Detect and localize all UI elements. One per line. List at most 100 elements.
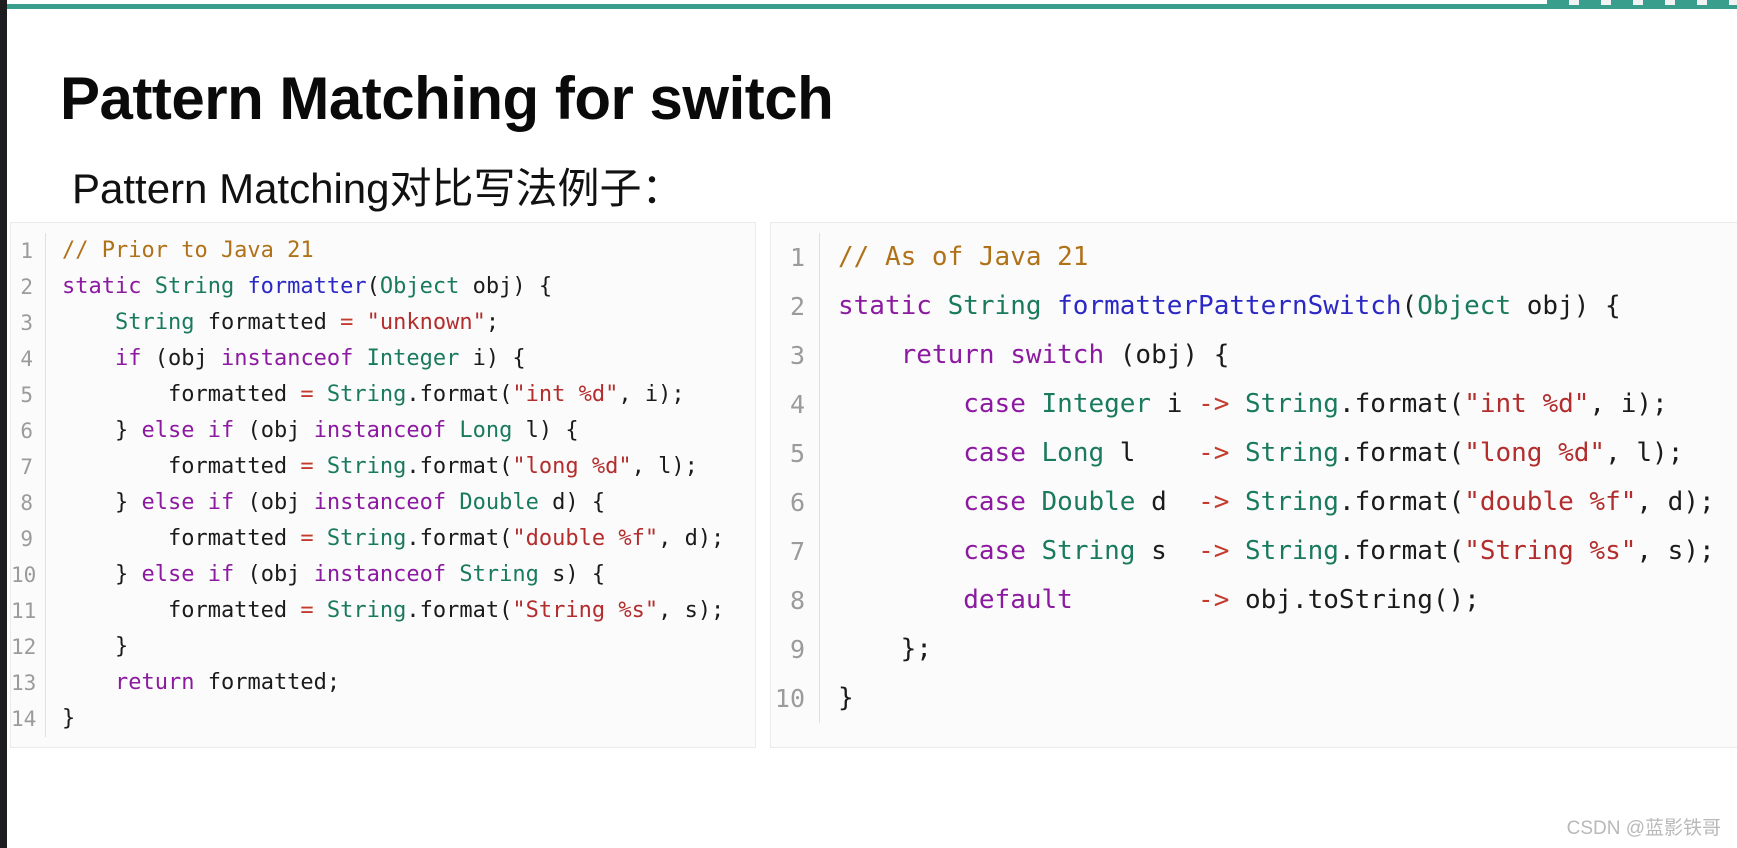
line-number: 8 [20, 491, 33, 515]
slide-canvas: Pattern Matching for switch Pattern Matc… [0, 0, 1737, 848]
line-number: 10 [11, 563, 37, 587]
line-number: 4 [20, 347, 33, 371]
code-token-pl: }; [838, 634, 932, 664]
code-line-row: 1 // Prior to Java 21 [11, 233, 755, 269]
code-token-pl: (obj [234, 418, 314, 443]
line-number: 3 [20, 311, 33, 335]
code-block-prior-to-java-21[interactable]: 1 // Prior to Java 21 2 static String forma… [10, 222, 756, 748]
code-token-kw: case [963, 389, 1026, 419]
top-accent-rule [7, 4, 1737, 9]
code-token-pl: } [62, 418, 142, 443]
code-token-kw: instanceof [313, 418, 447, 443]
code-token-typ: String [114, 310, 195, 335]
line-number: 7 [20, 455, 33, 479]
code-token-pl: d) { [538, 490, 606, 515]
code-line-row: 11 formatted = String.format("String %s"… [11, 593, 755, 629]
line-number: 6 [20, 419, 33, 443]
line-number: 2 [789, 292, 805, 321]
code-token-pl: formatted [194, 310, 341, 335]
page-title: Pattern Matching for switch [60, 65, 834, 133]
code-line-row: 8 default -> obj.toString(); [771, 576, 1737, 625]
code-line-text: return formatted; [45, 665, 755, 701]
code-token-kw: else if [141, 562, 235, 587]
code-token-typ: Long [1041, 438, 1105, 468]
code-line-text: case Double d -> String.format("double %… [819, 478, 1737, 527]
code-line-row: 9 formatted = String.format("double %f",… [11, 521, 755, 557]
code-token-typ: String [459, 562, 539, 587]
code-line-row: 5 formatted = String.format("int %d", i)… [11, 377, 755, 413]
code-token-pl: formatted [62, 382, 301, 407]
line-number: 9 [20, 527, 33, 551]
code-token-pl: , d); [658, 526, 725, 551]
code-line-row: 1 // As of Java 21 [771, 233, 1737, 282]
code-token-typ: String [1245, 487, 1339, 517]
code-token-com: // As of Java 21 [838, 242, 1089, 272]
line-number: 9 [789, 635, 805, 664]
code-token-pl: formatted [62, 598, 301, 623]
code-token-com: // Prior to Java 21 [62, 238, 314, 263]
top-accent-rule-dashes [1547, 0, 1737, 5]
code-token-typ: String [1041, 536, 1136, 566]
code-token-pl: s) { [538, 562, 606, 587]
code-token-pl: obj) { [1511, 291, 1621, 321]
code-token-pl: d [1135, 487, 1199, 517]
code-token-op: -> [1198, 438, 1230, 468]
code-token-op: -> [1198, 487, 1230, 517]
code-line-text: static String formatterPatternSwitch(Obj… [819, 282, 1737, 331]
code-token-kw: case [963, 438, 1026, 468]
code-line-row: 6 case Double d -> String.format("double… [771, 478, 1737, 527]
code-token-pl: } [62, 706, 76, 731]
code-line-row: 6 } else if (obj instanceof Long l) { [11, 413, 755, 449]
code-token-pl: l) { [512, 418, 579, 443]
code-token-pl: (obj) { [1104, 340, 1230, 370]
code-token-str: "long %d" [512, 454, 632, 479]
line-number: 10 [774, 684, 805, 713]
line-number: 4 [789, 390, 805, 419]
code-token-pl: , l); [631, 454, 698, 479]
code-token-pl: , s); [1636, 536, 1715, 566]
code-token-str: "int %d" [512, 382, 619, 407]
code-line-text: String formatted = "unknown"; [45, 305, 755, 341]
code-line-text: case String s -> String.format("String %… [819, 527, 1737, 576]
line-number: 7 [789, 537, 805, 566]
code-token-pl: .format( [406, 598, 513, 623]
line-number: 5 [20, 383, 33, 407]
code-line-text: formatted = String.format("long %d", l); [45, 449, 755, 485]
code-line-row: 10} [771, 674, 1737, 723]
code-token-str: "long %d" [1464, 438, 1606, 468]
code-token-str: "String %s" [512, 598, 659, 623]
code-token-str: "String %s" [1464, 536, 1637, 566]
code-block-as-of-java-21[interactable]: 1 // As of Java 21 2 static String formatte… [770, 222, 1737, 748]
code-token-pl: .format( [406, 382, 513, 407]
code-token-kw: else if [141, 490, 235, 515]
code-line-row: 4 case Integer i -> String.format("int %… [771, 380, 1737, 429]
code-token-kw: else if [141, 418, 235, 443]
code-token-pl: formatted; [194, 670, 341, 695]
code-line-text: }; [819, 625, 1737, 674]
code-token-op: -> [1198, 536, 1230, 566]
code-token-op: = [300, 382, 314, 407]
line-number: 12 [11, 635, 37, 659]
code-token-str: "double %f" [512, 526, 659, 551]
code-token-kw: if [114, 346, 142, 371]
code-rows-left: 1 // Prior to Java 21 2 static String forma… [11, 223, 755, 737]
code-line-row: 2 static String formatterPatternSwitch(Ob… [771, 282, 1737, 331]
page-subtitle: Pattern Matching对比写法例子： [72, 164, 684, 212]
code-line-row: 3 String formatted = "unknown"; [11, 305, 755, 341]
code-token-pl: (obj [234, 490, 314, 515]
code-token-kw: instanceof [313, 562, 447, 587]
code-token-pl: ( [1401, 291, 1418, 321]
code-token-typ: String [326, 382, 407, 407]
code-line-row: 4 if (obj instanceof Integer i) { [11, 341, 755, 377]
